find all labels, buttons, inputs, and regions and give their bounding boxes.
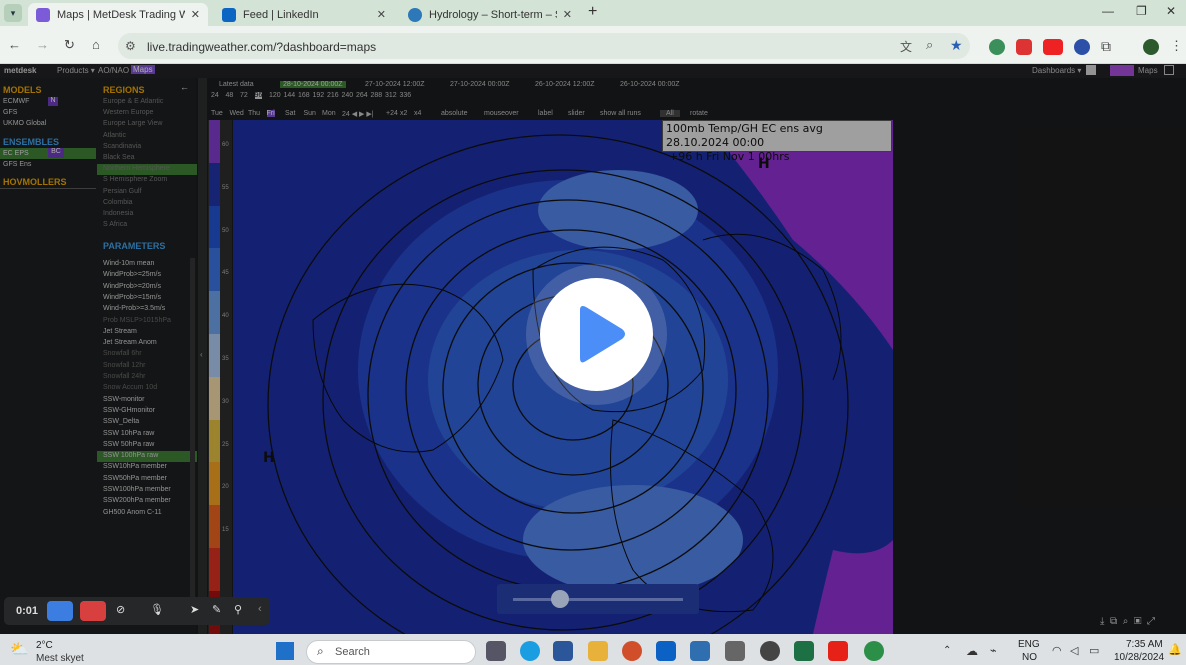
edge-icon[interactable] xyxy=(520,641,540,661)
translate-icon[interactable]: 文 xyxy=(900,38,912,55)
pause-button[interactable] xyxy=(47,601,73,621)
linkedin-icon xyxy=(222,7,236,22)
taskbar-search[interactable]: ⌕ Search xyxy=(306,640,476,664)
search-placeholder: Search xyxy=(335,646,370,658)
extension-new-icon[interactable] xyxy=(1043,39,1063,55)
clock-time[interactable]: 7:35 AM xyxy=(1126,639,1163,650)
camera-off-icon[interactable]: ⊘ xyxy=(116,603,125,616)
file-explorer-icon[interactable] xyxy=(588,641,608,661)
url-text[interactable]: live.tradingweather.com/?dashboard=maps xyxy=(147,40,376,54)
play-button[interactable] xyxy=(540,278,653,391)
weather-desc[interactable]: Mest skyet xyxy=(36,653,84,664)
tab-label: Feed | LinkedIn xyxy=(243,8,319,21)
minimize-icon[interactable]: — xyxy=(1102,4,1114,18)
back-icon[interactable]: ← xyxy=(8,37,21,52)
volume-icon[interactable]: ◁ xyxy=(1070,644,1078,657)
profile-avatar[interactable] xyxy=(1143,39,1159,55)
play-icon xyxy=(580,306,625,363)
recording-toolbar: 0:01 ⊘ 🎙 ➤ ✎ ⚲ ‹ xyxy=(4,597,270,625)
extensions-puzzle-icon[interactable]: ⧉ xyxy=(1101,38,1111,55)
clock-date[interactable]: 10/28/2024 xyxy=(1114,652,1164,663)
tab-linkedin[interactable]: Feed | LinkedIn ✕ xyxy=(214,3,394,26)
close-tab-icon[interactable]: ✕ xyxy=(377,8,386,21)
tab-search-icon[interactable]: ▾ xyxy=(4,4,22,22)
battery-icon[interactable]: ▭ xyxy=(1089,644,1099,657)
extension-icon[interactable] xyxy=(1074,39,1090,55)
task-view-icon[interactable] xyxy=(486,641,506,661)
browser-tab-strip: ▾ Maps | MetDesk Trading Weath ✕ Feed | … xyxy=(0,0,1186,26)
keyboard-layout[interactable]: NO xyxy=(1022,652,1037,663)
highlighter-icon[interactable]: ⚲ xyxy=(234,603,242,616)
language-indicator[interactable]: ENG xyxy=(1018,639,1040,650)
onedrive-icon[interactable]: ☁ xyxy=(966,644,978,658)
mail-icon[interactable] xyxy=(656,641,676,661)
bookmark-star-icon[interactable]: ★ xyxy=(950,37,963,54)
collapse-icon[interactable]: ‹ xyxy=(258,603,262,615)
metdesk-favicon-icon xyxy=(36,7,50,22)
store-icon[interactable] xyxy=(725,641,745,661)
youtube-icon[interactable] xyxy=(828,641,848,661)
microphone-icon[interactable]: 🎙 xyxy=(150,603,164,616)
maximize-icon[interactable]: ❐ xyxy=(1136,4,1147,18)
windows-start-icon[interactable] xyxy=(276,642,294,660)
tab-hydrology[interactable]: Hydrology – Short-term – SE2 ✕ xyxy=(400,3,580,26)
slider-thumb[interactable] xyxy=(551,590,569,608)
weather-icon[interactable]: ⛅ xyxy=(10,640,29,658)
forward-icon[interactable]: → xyxy=(36,37,49,52)
recording-time: 0:01 xyxy=(16,605,39,617)
globe-icon xyxy=(408,7,422,22)
close-tab-icon[interactable]: ✕ xyxy=(191,8,200,21)
excel-icon[interactable] xyxy=(794,641,814,661)
tray-chevron-icon[interactable]: ⌃ xyxy=(943,645,951,656)
tab-label: Maps | MetDesk Trading Weath xyxy=(57,8,185,21)
close-tab-icon[interactable]: ✕ xyxy=(563,8,572,21)
home-icon[interactable]: ⌂ xyxy=(92,37,100,52)
cursor-icon[interactable]: ➤ xyxy=(190,603,199,616)
chrome-icon[interactable] xyxy=(864,641,884,661)
chat-icon[interactable] xyxy=(760,641,780,661)
powerpoint-icon[interactable] xyxy=(622,641,642,661)
word-icon[interactable] xyxy=(553,641,573,661)
reload-icon[interactable]: ↻ xyxy=(64,37,75,53)
site-info-icon[interactable]: ⚙ xyxy=(125,39,136,53)
video-progress-slider[interactable] xyxy=(497,584,699,614)
network-icon[interactable]: ⌁ xyxy=(990,644,997,657)
extension-icon[interactable] xyxy=(989,39,1005,55)
tab-label: Hydrology – Short-term – SE2 xyxy=(429,8,557,21)
extension-icon[interactable] xyxy=(1016,39,1032,55)
weather-temp[interactable]: 2°C xyxy=(36,640,53,651)
new-tab-icon[interactable]: + xyxy=(588,3,597,21)
zoom-icon[interactable]: ⌕ xyxy=(926,37,933,53)
browser-menu-icon[interactable]: ⋮ xyxy=(1170,38,1183,54)
stop-button[interactable] xyxy=(80,601,106,621)
wifi-icon[interactable]: ◠ xyxy=(1052,644,1062,657)
search-icon: ⌕ xyxy=(317,644,324,658)
close-window-icon[interactable]: ✕ xyxy=(1166,4,1176,18)
notification-icon[interactable]: 🔔 xyxy=(1168,643,1182,656)
remote-desktop-icon[interactable] xyxy=(690,641,710,661)
pen-icon[interactable]: ✎ xyxy=(212,603,221,616)
tab-maps[interactable]: Maps | MetDesk Trading Weath ✕ xyxy=(28,3,208,26)
